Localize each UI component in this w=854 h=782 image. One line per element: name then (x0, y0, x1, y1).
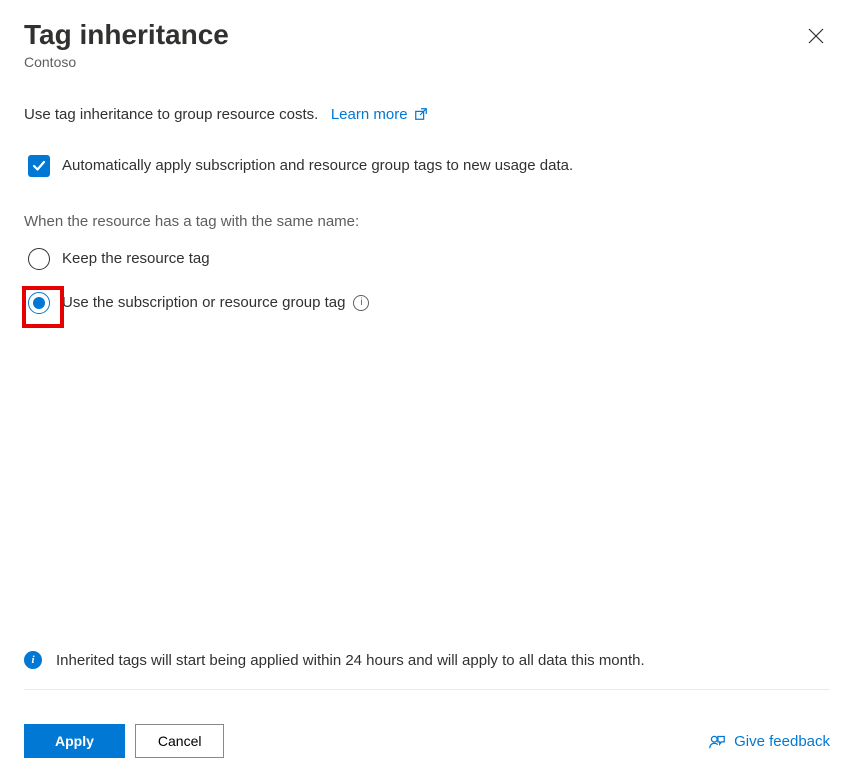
panel-header: Tag inheritance Contoso (24, 18, 830, 70)
info-icon[interactable]: i (353, 295, 369, 311)
info-bar-text: Inherited tags will start being applied … (56, 652, 645, 669)
conflict-section-label: When the resource has a tag with the sam… (24, 213, 830, 230)
close-icon (808, 28, 824, 44)
panel-footer: Apply Cancel Give feedback (24, 724, 830, 758)
description-text: Use tag inheritance to group resource co… (24, 106, 318, 123)
feedback-label: Give feedback (734, 733, 830, 750)
radio-row-use-subscription: Use the subscription or resource group t… (28, 292, 830, 314)
auto-apply-checkbox-row: Automatically apply subscription and res… (28, 155, 830, 177)
radio-use-subscription-label: Use the subscription or resource group t… (62, 294, 369, 311)
radio-use-subscription-text: Use the subscription or resource group t… (62, 294, 345, 311)
checkmark-icon (32, 159, 46, 173)
close-button[interactable] (802, 22, 830, 53)
give-feedback-link[interactable]: Give feedback (708, 732, 830, 750)
apply-button[interactable]: Apply (24, 724, 125, 758)
button-group: Apply Cancel (24, 724, 224, 758)
title-block: Tag inheritance Contoso (24, 18, 229, 70)
conflict-radio-group: Keep the resource tag Use the subscripti… (24, 248, 830, 314)
external-link-icon (414, 107, 428, 121)
description-row: Use tag inheritance to group resource co… (24, 106, 830, 123)
page-subtitle: Contoso (24, 54, 229, 70)
auto-apply-label: Automatically apply subscription and res… (62, 157, 573, 174)
feedback-icon (708, 732, 726, 750)
radio-row-keep: Keep the resource tag (28, 248, 830, 270)
radio-keep-label: Keep the resource tag (62, 250, 210, 267)
cancel-button[interactable]: Cancel (135, 724, 225, 758)
auto-apply-checkbox[interactable] (28, 155, 50, 177)
info-bar: i Inherited tags will start being applie… (24, 651, 830, 690)
radio-use-subscription-tag[interactable] (28, 292, 50, 314)
info-badge-icon: i (24, 651, 42, 669)
learn-more-link[interactable]: Learn more (331, 106, 428, 123)
learn-more-label: Learn more (331, 106, 408, 123)
radio-keep-resource-tag[interactable] (28, 248, 50, 270)
page-title: Tag inheritance (24, 18, 229, 52)
